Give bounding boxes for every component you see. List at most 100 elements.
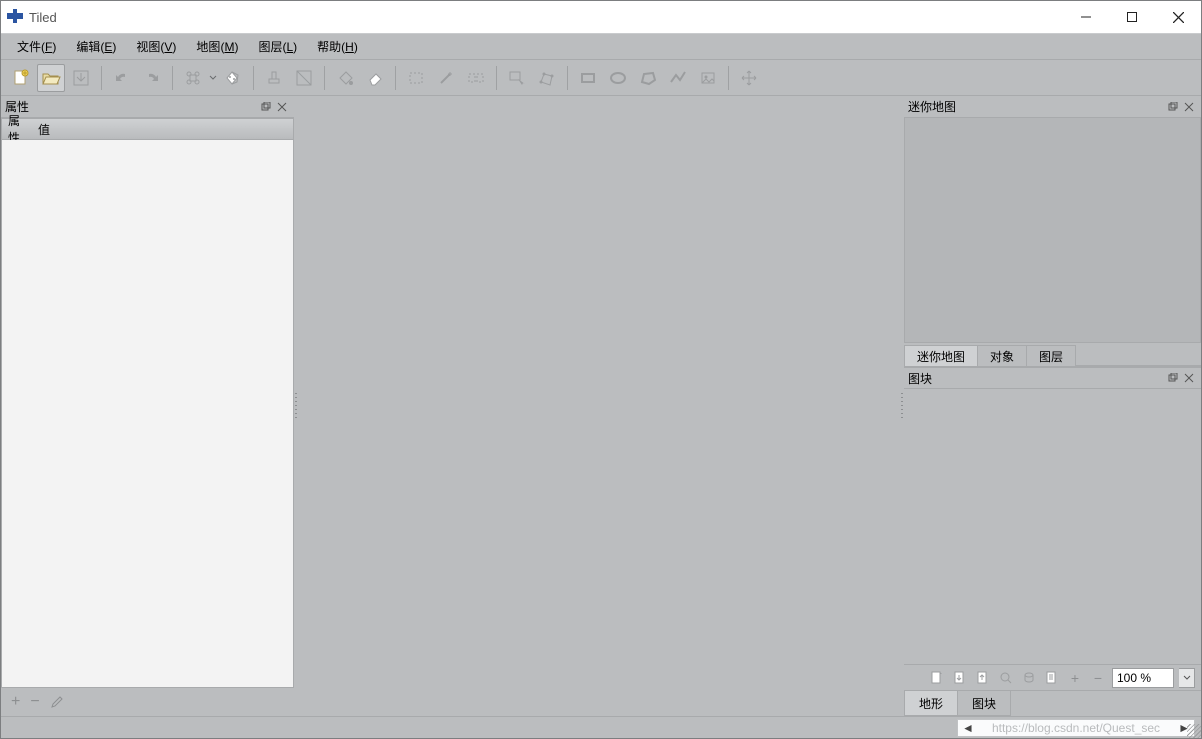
random-button[interactable] (219, 64, 247, 92)
panel-tilesets-title: 图块 (908, 370, 1165, 387)
menu-edit[interactable]: 编辑(E) (66, 35, 126, 58)
redo-button[interactable] (138, 64, 166, 92)
statusbar: ◄ https://blog.csdn.net/Quest_sec ► (1, 716, 1201, 738)
panel-restore-icon[interactable] (1165, 99, 1181, 115)
separator (496, 66, 497, 90)
separator (324, 66, 325, 90)
insert-polygon-button[interactable] (634, 64, 662, 92)
panel-close-icon[interactable] (1181, 370, 1197, 386)
rename-tileset-button[interactable] (1043, 669, 1061, 687)
same-tile-select-button[interactable] (462, 64, 490, 92)
menu-map-label: 地图 (196, 40, 220, 54)
splitter-right[interactable] (900, 96, 904, 716)
insert-tile-button[interactable] (694, 64, 722, 92)
open-file-button[interactable] (37, 64, 65, 92)
tab-layers[interactable]: 图层 (1027, 345, 1076, 366)
panel-properties-title: 属性 (5, 98, 258, 115)
bucket-fill-button[interactable] (331, 64, 359, 92)
titlebar: Tiled (1, 1, 1201, 34)
zoom-dropdown[interactable] (1179, 668, 1195, 688)
status-watermark: https://blog.csdn.net/Quest_sec (992, 721, 1160, 735)
delete-tileset-button[interactable] (1020, 669, 1038, 687)
body: 属性 属性 值 + − 迷你地图 (1, 96, 1201, 716)
close-button[interactable] (1155, 1, 1201, 33)
panel-restore-icon[interactable] (1165, 370, 1181, 386)
properties-footer: + − (1, 688, 294, 716)
minimap-tabs: 迷你地图 对象 图层 (904, 343, 1201, 367)
move-button[interactable] (735, 64, 763, 92)
separator (567, 66, 568, 90)
terrain-brush-button[interactable] (290, 64, 318, 92)
magic-wand-button[interactable] (432, 64, 460, 92)
panel-close-icon[interactable] (274, 99, 290, 115)
export-tileset-button[interactable] (974, 669, 992, 687)
save-file-button[interactable] (67, 64, 95, 92)
new-tileset-button[interactable] (928, 669, 946, 687)
panel-properties: 属性 属性 值 + − (1, 96, 294, 716)
minimize-button[interactable] (1063, 1, 1109, 33)
remove-property-button[interactable]: − (30, 693, 39, 711)
menu-layer-label: 图层 (258, 40, 282, 54)
separator (395, 66, 396, 90)
editor-canvas[interactable] (298, 96, 900, 716)
panel-tilesets-header[interactable]: 图块 (904, 367, 1201, 389)
command-button[interactable] (179, 64, 207, 92)
menu-edit-label: 编辑 (76, 40, 100, 54)
rectangle-select-button[interactable] (402, 64, 430, 92)
tilesets-bottom-tabs: 地形 图块 (904, 690, 1201, 716)
tab-terrain[interactable]: 地形 (904, 691, 958, 716)
minimap-view[interactable] (904, 118, 1201, 343)
dropdown-arrow-icon[interactable] (209, 68, 217, 88)
eraser-button[interactable] (361, 64, 389, 92)
right-column: 迷你地图 迷你地图 对象 图层 图块 (904, 96, 1201, 716)
edit-property-button[interactable] (50, 695, 64, 709)
properties-table-body (1, 140, 294, 688)
undo-button[interactable] (108, 64, 136, 92)
status-pager[interactable]: ◄ https://blog.csdn.net/Quest_sec ► (957, 719, 1195, 737)
separator (728, 66, 729, 90)
tab-minimap[interactable]: 迷你地图 (904, 345, 978, 366)
insert-ellipse-button[interactable] (604, 64, 632, 92)
zoom-input[interactable]: 100 % (1112, 668, 1174, 688)
add-tiles-button[interactable]: + (1066, 669, 1084, 687)
menubar: 文件(F) 编辑(E) 视图(V) 地图(M) 图层(L) 帮助(H) (1, 34, 1201, 60)
menu-view-label: 视图 (136, 40, 160, 54)
menu-view[interactable]: 视图(V) (126, 35, 186, 58)
remove-tiles-button[interactable]: − (1089, 669, 1107, 687)
panel-restore-icon[interactable] (258, 99, 274, 115)
insert-rectangle-button[interactable] (574, 64, 602, 92)
menu-file-label: 文件 (17, 40, 41, 54)
toolbar (1, 60, 1201, 96)
menu-map[interactable]: 地图(M) (186, 35, 248, 58)
splitter-left[interactable] (294, 96, 298, 716)
tilesets-toolbar: + − 100 % (904, 664, 1201, 690)
stamp-brush-button[interactable] (260, 64, 288, 92)
tab-tiles[interactable]: 图块 (958, 691, 1011, 716)
menu-layer[interactable]: 图层(L) (248, 35, 307, 58)
panel-minimap-header[interactable]: 迷你地图 (904, 96, 1201, 118)
panel-properties-header[interactable]: 属性 (1, 96, 294, 118)
tilesets-view[interactable] (904, 389, 1201, 664)
menu-help-label: 帮助 (317, 40, 341, 54)
app-window: Tiled 文件(F) 编辑(E) 视图(V) 地图(M) 图层(L) 帮助(H… (0, 0, 1202, 739)
separator (101, 66, 102, 90)
chevron-left-icon[interactable]: ◄ (962, 721, 974, 735)
tileset-properties-button[interactable] (997, 669, 1015, 687)
panel-close-icon[interactable] (1181, 99, 1197, 115)
select-objects-button[interactable] (503, 64, 531, 92)
panel-minimap-title: 迷你地图 (908, 98, 1165, 115)
new-file-button[interactable] (7, 64, 35, 92)
add-property-button[interactable]: + (11, 693, 20, 711)
insert-polyline-button[interactable] (664, 64, 692, 92)
tab-objects[interactable]: 对象 (978, 345, 1027, 366)
app-icon (7, 9, 23, 25)
edit-polygon-button[interactable] (533, 64, 561, 92)
window-buttons (1063, 1, 1201, 33)
maximize-button[interactable] (1109, 1, 1155, 33)
menu-file[interactable]: 文件(F) (7, 35, 66, 58)
properties-table-header: 属性 值 (1, 118, 294, 140)
properties-col-value[interactable]: 值 (32, 121, 56, 138)
resize-grip[interactable] (1187, 724, 1201, 738)
import-tileset-button[interactable] (951, 669, 969, 687)
menu-help[interactable]: 帮助(H) (307, 35, 368, 58)
